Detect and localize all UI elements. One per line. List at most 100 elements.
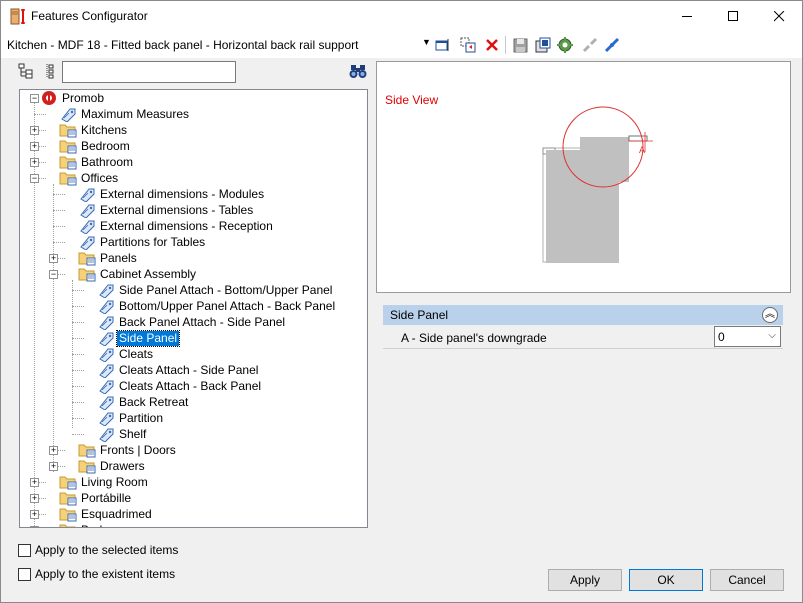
apply-existent-checkbox[interactable] [18,567,31,581]
find-binoculars-icon[interactable] [349,63,367,79]
tree-line [72,402,84,403]
maximize-button[interactable] [710,1,756,32]
dropdown-arrow-icon[interactable]: ▼ [422,37,431,47]
connect-icon[interactable] [603,36,621,54]
tree-label: Back Panel Attach - Side Panel [119,314,286,329]
folder-icon [78,252,96,266]
feature-tag-icon [99,300,114,314]
tree-item[interactable]: Fronts | Doors [78,442,178,458]
tree-line [72,322,84,323]
tree-expander[interactable]: + [49,462,58,471]
tree-item[interactable]: Bedroom [59,522,132,527]
properties-icon[interactable] [434,36,452,54]
feature-path-select[interactable]: Kitchen - MDF 18 - Fitted back panel - H… [7,38,358,52]
tree-label: External dimensions - Modules [100,186,265,201]
collapse-tree-icon[interactable] [42,63,58,79]
folder-icon [59,524,76,527]
tree-line [53,242,65,243]
tree-line [53,210,65,211]
tree-line [72,386,84,387]
tree-expander[interactable]: + [30,510,39,519]
tree-item[interactable]: Bathroom [59,154,135,170]
tree-item[interactable]: Cleats [97,346,155,362]
tree-expander[interactable]: + [30,478,39,487]
tree-expander[interactable]: + [30,494,39,503]
tree-label: External dimensions - Tables [100,202,254,217]
tree-item[interactable]: Panels [78,250,139,266]
tree-expander[interactable]: + [30,158,39,167]
property-name: A - Side panel's downgrade [401,331,547,345]
tree-item[interactable]: Cabinet Assembly [78,266,198,282]
features-tree[interactable]: − Promob Maximum Measures + Kitchens + Bedro… [19,89,368,528]
property-row[interactable]: A - Side panel's downgrade 0 ⌵ [383,326,783,348]
tree-item[interactable]: Cleats Attach - Back Panel [97,378,263,394]
folder-icon [59,508,77,522]
minimize-button[interactable] [664,1,710,32]
tree-label: Offices [81,170,119,185]
chevron-down-icon[interactable]: ⌵ [768,330,776,341]
minimize-icon [681,16,692,17]
tree-item[interactable]: External dimensions - Reception [78,218,275,234]
tree-label: Cleats Attach - Side Panel [119,362,259,377]
export-icon[interactable] [534,36,552,54]
tree-line [72,338,84,339]
apply-button[interactable]: Apply [548,569,622,591]
tree-item[interactable]: Drawers [78,458,147,474]
tree-item[interactable]: Back Retreat [97,394,190,410]
apply-existent-option[interactable]: Apply to the existent items [18,567,175,581]
apply-selected-option[interactable]: Apply to the selected items [18,543,178,557]
tree-item[interactable]: Esquadrimed [59,506,154,522]
property-value-select[interactable]: 0 ⌵ [714,326,781,347]
tree-expander[interactable]: − [30,174,39,183]
tree-item[interactable]: External dimensions - Modules [78,186,266,202]
dimension-marker: A [639,145,645,155]
collapse-icon[interactable]: ︽ [762,307,778,323]
tree-label: Fronts | Doors [100,442,176,457]
feature-tag-icon [99,316,114,330]
tree-item[interactable]: Portábille [59,490,133,506]
tree-item[interactable]: Partitions for Tables [78,234,207,250]
promob-logo-icon [42,91,56,105]
tree-item[interactable]: Offices [59,170,120,186]
tree-item[interactable]: Side Panel Attach - Bottom/Upper Panel [97,282,334,298]
tree-expander[interactable]: + [30,526,39,527]
tree-expander[interactable]: + [49,446,58,455]
tree-item[interactable]: Side Panel [97,329,181,347]
tree-item[interactable]: External dimensions - Tables [78,202,255,218]
tree-item[interactable]: Cleats Attach - Side Panel [97,362,260,378]
tree-item[interactable]: Maximum Measures [59,106,191,122]
expand-tree-icon[interactable] [18,63,34,79]
tree-label: Cleats [119,346,154,361]
tree-item[interactable]: Bedroom [59,138,132,154]
copy-icon[interactable] [459,36,477,54]
ok-button[interactable]: OK [629,569,703,591]
preview-panel: Side View A [376,61,791,293]
feature-tag-icon [80,220,95,234]
feature-tag-icon [99,412,114,426]
tree-expander[interactable]: − [49,270,58,279]
property-category-header[interactable]: Side Panel ︽ [383,305,783,325]
tree-label: Bottom/Upper Panel Attach - Back Panel [119,298,336,313]
tree-item[interactable]: Shelf [97,426,148,442]
delete-icon[interactable] [483,36,501,54]
apply-selected-checkbox[interactable] [18,543,31,557]
tree-item[interactable]: Partition [97,410,165,426]
tree-item[interactable]: Living Room [59,474,150,490]
tree-item[interactable]: Back Panel Attach - Side Panel [97,314,287,330]
tree-line [72,306,84,307]
tree-expander[interactable]: + [49,254,58,263]
tree-label: Bedroom [81,138,130,153]
tree-item[interactable]: Kitchens [59,122,129,138]
tree-expander[interactable]: + [30,142,39,151]
tree-item-promob[interactable]: Promob [40,90,106,106]
settings-icon[interactable] [556,36,574,54]
close-button[interactable] [756,1,802,32]
tree-item[interactable]: Bottom/Upper Panel Attach - Back Panel [97,298,337,314]
disconnect-icon[interactable] [581,36,599,54]
folder-icon [78,460,96,474]
tree-expander[interactable]: − [30,94,39,103]
search-input[interactable] [62,61,236,83]
save-icon[interactable] [511,36,529,54]
tree-expander[interactable]: + [30,126,39,135]
cancel-button[interactable]: Cancel [710,569,784,591]
